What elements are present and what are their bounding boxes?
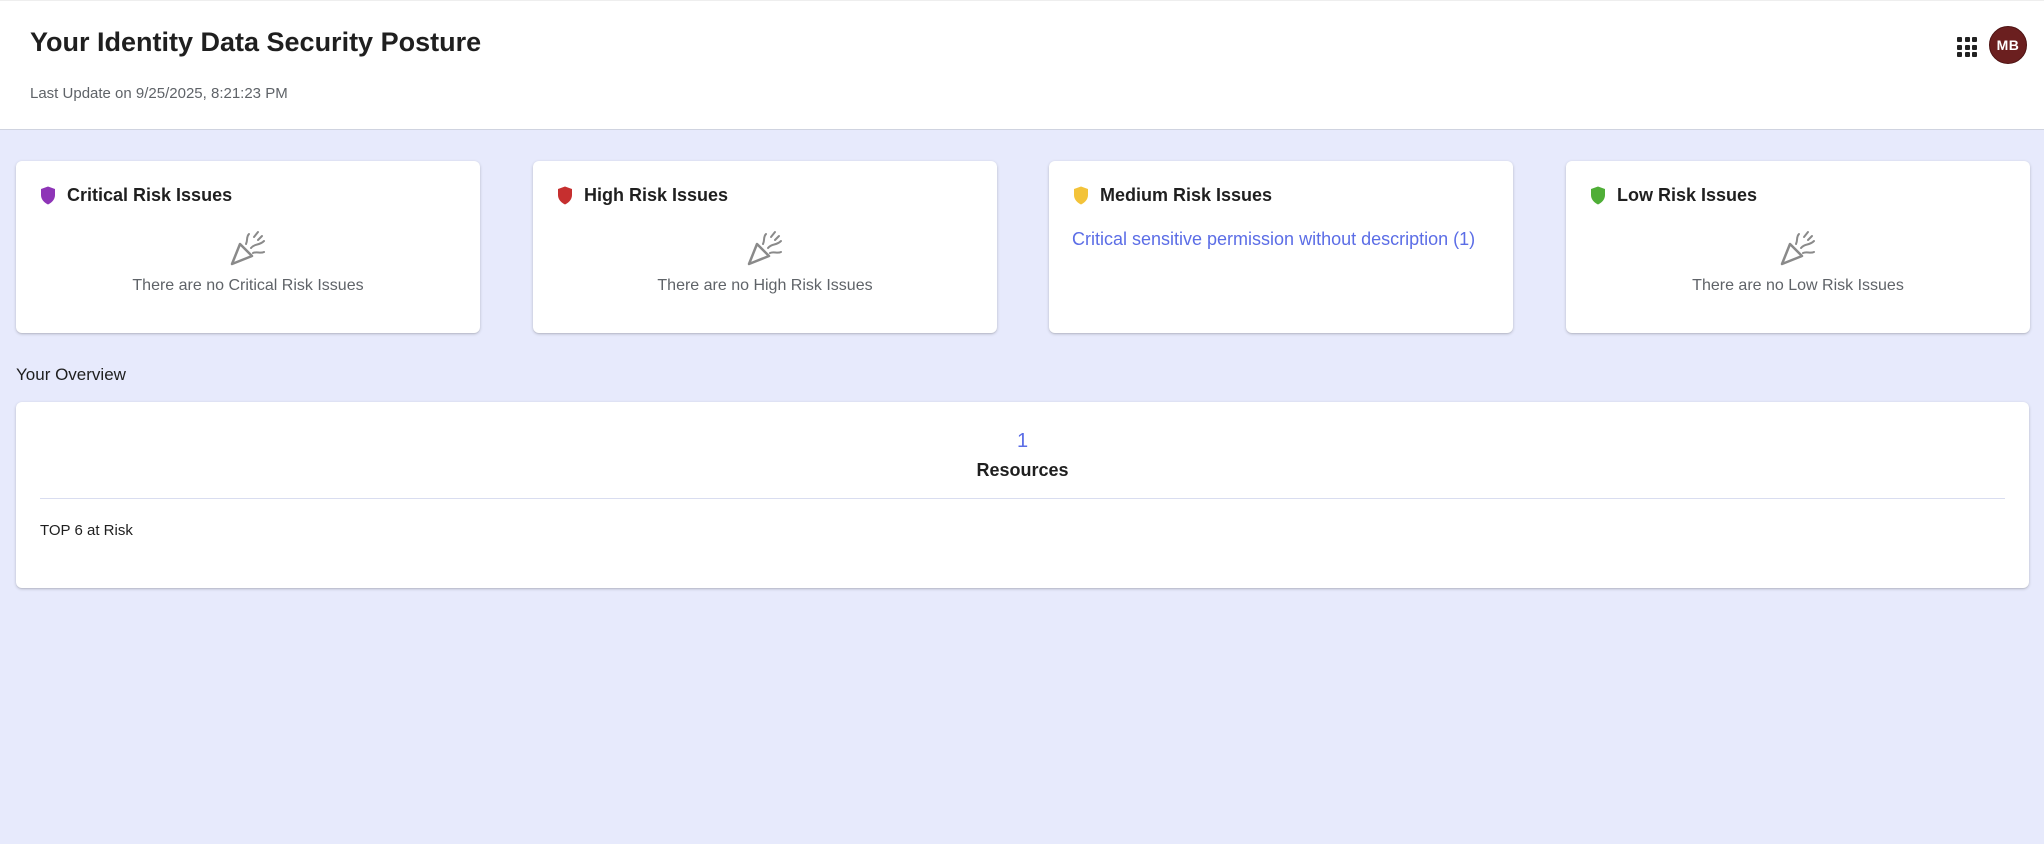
low-risk-card: Low Risk Issues There are no Low Risk Is… [1566, 161, 2030, 333]
overview-heading: Your Overview [16, 365, 126, 384]
critical-risk-card: Critical Risk Issues There are no Critic… [16, 161, 480, 333]
empty-state-text: There are no Low Risk Issues [1692, 277, 1904, 294]
party-popper-icon [230, 231, 265, 266]
card-title: Low Risk Issues [1617, 185, 1758, 205]
critical-shield-icon [41, 186, 55, 205]
empty-state: There are no Critical Risk Issues [16, 229, 480, 295]
card-title: Medium Risk Issues [1100, 185, 1273, 205]
resource-count[interactable]: 1 [16, 430, 2029, 453]
issue-link[interactable]: Critical sensitive permission without de… [1072, 229, 1475, 250]
last-update-timestamp: Last Update on 9/25/2025, 8:21:23 PM [30, 85, 288, 102]
card-title: High Risk Issues [584, 185, 729, 205]
empty-state-text: There are no Critical Risk Issues [132, 277, 364, 294]
medium-shield-icon [1074, 186, 1088, 205]
overview-card: 1 Resources TOP 6 at Risk [16, 402, 2029, 588]
divider [40, 498, 2005, 499]
empty-state: There are no Low Risk Issues [1566, 229, 2030, 295]
apps-grid-icon[interactable] [1955, 35, 1977, 57]
card-header: High Risk Issues [557, 185, 728, 206]
low-shield-icon [1591, 186, 1605, 205]
empty-state-text: There are no High Risk Issues [657, 277, 873, 294]
top-at-risk-label: TOP 6 at Risk [40, 522, 133, 539]
card-header: Medium Risk Issues [1073, 185, 1272, 206]
resource-label: Resources [976, 460, 1069, 480]
card-header: Low Risk Issues [1590, 185, 1757, 206]
page-title: Your Identity Data Security Posture [30, 27, 482, 57]
card-title: Critical Risk Issues [67, 185, 233, 205]
high-risk-card: High Risk Issues There are no High Risk … [533, 161, 997, 333]
party-popper-icon [747, 231, 782, 266]
card-header: Critical Risk Issues [40, 185, 232, 206]
party-popper-icon [1780, 231, 1815, 266]
medium-risk-card: Medium Risk Issues Critical sensitive pe… [1049, 161, 1513, 333]
high-shield-icon [558, 186, 572, 205]
page-header: Your Identity Data Security Posture Last… [0, 0, 2044, 130]
empty-state: There are no High Risk Issues [533, 229, 997, 295]
user-avatar[interactable]: MB [1989, 26, 2027, 64]
